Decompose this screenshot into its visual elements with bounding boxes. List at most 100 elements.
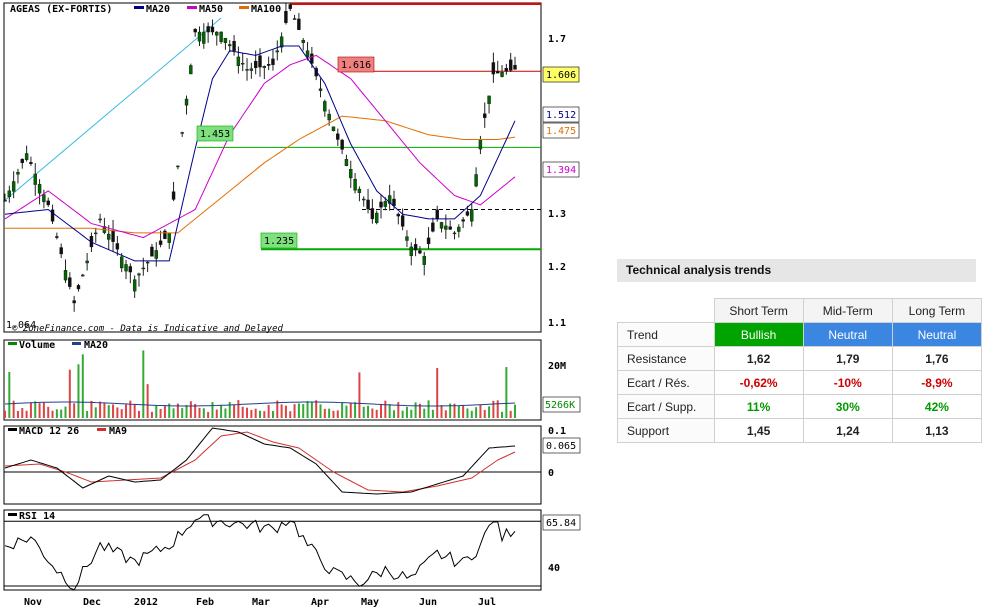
candle-body xyxy=(206,26,210,33)
candle-body xyxy=(76,285,81,290)
macd-tick-label: 0.1 xyxy=(548,426,566,437)
volume-legend-swatch xyxy=(8,342,17,345)
volume-bar xyxy=(384,400,387,418)
volume-bar xyxy=(462,405,465,418)
trend-short-term: Bullish xyxy=(713,322,804,347)
table-row: Support 1,45 1,24 1,13 xyxy=(617,418,982,443)
table-header-row: Short Term Mid-Term Long Term xyxy=(617,298,982,323)
volume-bar xyxy=(103,402,106,418)
volume-bar xyxy=(220,405,223,418)
volume-bar xyxy=(21,408,24,418)
row-label-ecart-supp: Ecart / Supp. xyxy=(617,394,715,419)
candle-body xyxy=(448,226,452,230)
volume-bar xyxy=(514,404,516,418)
volume-bar xyxy=(172,408,175,418)
candle-body xyxy=(470,209,474,222)
ecart-supp-long-term: 42% xyxy=(891,394,982,419)
candle-body xyxy=(245,69,249,71)
volume-bar xyxy=(38,403,41,418)
candle-body xyxy=(210,26,215,33)
candle-body xyxy=(171,191,176,200)
stock-chart: AGEAS (EX-FORTIS) MA20 MA50 MA100 1.7 1.… xyxy=(3,2,581,608)
candle-body xyxy=(167,232,171,243)
volume-bar xyxy=(8,372,11,418)
volume-bar xyxy=(341,402,344,418)
volume-bar xyxy=(345,405,348,418)
candle-body xyxy=(435,209,439,220)
macd-panel-frame xyxy=(3,425,542,505)
volume-bar xyxy=(254,408,257,418)
candle-body xyxy=(431,222,435,232)
candle-body xyxy=(370,208,375,220)
volume-bar xyxy=(233,404,236,418)
ecart-supp-mid-term: 30% xyxy=(802,394,893,419)
candle-body xyxy=(33,173,37,185)
row-label-resistance: Resistance xyxy=(617,346,715,371)
candle-body xyxy=(461,219,465,222)
row-label-ecart-res: Ecart / Rés. xyxy=(617,370,715,395)
volume-bar xyxy=(150,411,153,418)
rsi-legend: RSI 14 xyxy=(19,511,55,522)
candle-body xyxy=(452,232,457,235)
candle-body xyxy=(426,237,431,245)
ma20-legend: MA20 xyxy=(146,4,170,15)
volume-bar xyxy=(120,409,123,418)
volume-bar xyxy=(228,401,231,418)
macd-signal-legend-swatch xyxy=(97,428,106,431)
candle-body xyxy=(141,267,146,270)
ma100-legend: MA100 xyxy=(251,4,281,15)
technical-analysis-title: Technical analysis trends xyxy=(617,259,976,282)
volume-bar xyxy=(509,410,512,418)
rsi-value-label: 65.84 xyxy=(546,518,576,529)
volume-bar xyxy=(189,401,192,418)
candle-body xyxy=(318,88,323,91)
volume-tick-label: 20M xyxy=(548,361,566,372)
volume-bar xyxy=(107,405,110,418)
x-tick-label: 2012 xyxy=(134,597,158,608)
ma50-legend-swatch xyxy=(187,6,197,9)
candle-body xyxy=(266,64,271,66)
volume-bar xyxy=(116,407,119,418)
ma20-value-label: 1.512 xyxy=(546,110,576,121)
price-tick-label: 1.3 xyxy=(548,209,566,220)
column-header-short-term: Short Term xyxy=(713,298,804,323)
candle-body xyxy=(457,226,461,232)
candle-body xyxy=(366,199,370,210)
volume-bar xyxy=(99,401,102,418)
volume-bar xyxy=(142,350,145,418)
candle-body xyxy=(29,162,33,164)
volume-bar xyxy=(211,402,214,418)
table-corner xyxy=(617,298,715,323)
candle-body xyxy=(107,233,111,240)
candle-body xyxy=(176,165,180,168)
chart-title: AGEAS (EX-FORTIS) xyxy=(10,4,112,15)
volume-bar xyxy=(496,400,499,418)
volume-bar xyxy=(501,411,504,418)
candle-body xyxy=(132,279,137,292)
volume-bar xyxy=(202,408,205,418)
candle-body xyxy=(63,270,68,281)
ecart-res-mid-term: -10% xyxy=(802,370,893,395)
volume-bar xyxy=(336,410,339,418)
technical-analysis-table: Short Term Mid-Term Long Term Trend Bull… xyxy=(617,298,982,443)
candle-body xyxy=(336,133,340,140)
candle-body xyxy=(232,41,236,51)
candle-body xyxy=(94,232,98,235)
volume-bar xyxy=(284,405,287,418)
volume-bar xyxy=(323,408,326,418)
candle-body xyxy=(409,246,413,256)
candle-body xyxy=(383,201,388,207)
volume-bar xyxy=(77,364,80,418)
macd-tick-label: 0 xyxy=(548,468,554,479)
candle-body xyxy=(504,68,509,72)
volume-bar xyxy=(4,410,6,418)
volume-bar xyxy=(237,400,240,418)
volume-bar xyxy=(267,404,270,418)
candle-body xyxy=(487,95,491,104)
ecart-res-long-term: -8,9% xyxy=(891,370,982,395)
volume-bar xyxy=(388,404,391,418)
candle-body xyxy=(219,31,223,42)
candle-body xyxy=(158,240,163,245)
candle-body xyxy=(68,277,72,287)
candle-body xyxy=(357,188,362,193)
